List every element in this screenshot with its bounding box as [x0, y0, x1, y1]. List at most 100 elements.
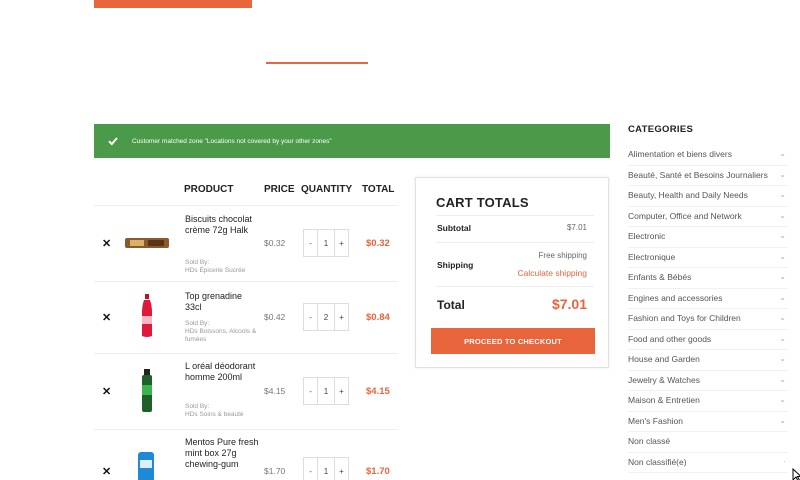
remove-item-button[interactable]: ✕: [102, 237, 111, 250]
unit-price: $0.32: [264, 238, 286, 248]
category-label: Enfants & Bébés: [628, 272, 692, 282]
chevron-down-icon[interactable]: ⌄: [779, 309, 786, 327]
sold-by-label: Sold By:: [185, 259, 210, 266]
categories-title: CATEGORIES: [628, 124, 694, 135]
chevron-down-icon[interactable]: ⌄: [779, 186, 786, 204]
sidebar-category-item[interactable]: Electronic ⌄: [628, 227, 788, 248]
chevron-down-icon[interactable]: ⌄: [779, 391, 786, 409]
chevron-down-icon[interactable]: ·: [783, 453, 786, 471]
product-thumbnail-deodorant[interactable]: [141, 369, 153, 413]
sidebar-category-item[interactable]: Food and other goods ⌄: [628, 330, 788, 350]
remove-item-button[interactable]: ✕: [102, 385, 111, 398]
chevron-down-icon[interactable]: ⌄: [779, 289, 786, 307]
sidebar-category-item[interactable]: Beauté, Santé et Besoins Journaliers ⌄: [628, 166, 788, 186]
product-thumbnail-biscuits[interactable]: [124, 235, 170, 251]
chevron-down-icon[interactable]: ⌄: [779, 268, 786, 286]
table-row: ✕ Mentos Pure fresh mint box 27g chewing…: [94, 429, 398, 480]
category-label: Non classifié(e): [628, 456, 687, 467]
sidebar-category-item[interactable]: Engines and accessories ⌄: [628, 289, 788, 309]
chevron-down-icon[interactable]: ⌄: [779, 412, 786, 430]
header-product: PRODUCT: [184, 184, 234, 195]
product-name[interactable]: Biscuits chocolat crème 72g Halk: [185, 214, 261, 236]
sold-by-label: Sold By:: [185, 403, 210, 410]
sidebar-category-item[interactable]: Men's Fashion ⌄: [628, 412, 788, 432]
proceed-to-checkout-button[interactable]: PROCEED TO CHECKOUT: [431, 328, 595, 354]
qty-increase-button[interactable]: +: [335, 230, 348, 256]
sidebar-category-item[interactable]: House and Garden ⌄: [628, 350, 788, 371]
chevron-down-icon[interactable]: ⌄: [779, 330, 786, 348]
seller-link[interactable]: HDs Soins & beauté: [185, 411, 265, 419]
subtotal-label: Subtotal: [437, 223, 471, 233]
category-list: Alimentation et biens divers ⌄ Beauté, San…: [628, 145, 788, 473]
category-label: Engines and accessories: [628, 292, 723, 303]
sidebar-category-item[interactable]: Fashion and Toys for Children ⌄: [628, 309, 788, 330]
product-thumbnail-grenadine[interactable]: [140, 294, 154, 338]
qty-increase-button[interactable]: +: [335, 304, 348, 330]
sold-by-label: Sold By:: [185, 320, 210, 327]
unit-price: $0.42: [264, 312, 286, 322]
seller-link[interactable]: HDs Boissons, Alcools & fumées: [185, 328, 265, 344]
cart-totals-panel: CART TOTALS Subtotal $7.01 Shipping Free…: [415, 177, 609, 368]
qty-input[interactable]: 1: [317, 230, 335, 256]
qty-increase-button[interactable]: +: [335, 458, 348, 480]
sidebar-category-item[interactable]: Electronique ⌄: [628, 248, 788, 268]
remove-item-button[interactable]: ✕: [102, 311, 111, 324]
qty-input[interactable]: 2: [317, 304, 335, 330]
sidebar-category-item[interactable]: Non classé: [628, 432, 788, 453]
line-total: $0.32: [366, 238, 390, 249]
category-label: Maison & Entretien: [628, 395, 700, 405]
divider: [436, 286, 594, 287]
subtotal-value: $7.01: [566, 223, 587, 232]
notice-text: Customer matched zone "Locations not cov…: [132, 137, 332, 145]
check-icon: [108, 137, 118, 146]
unit-price: $4.15: [264, 386, 286, 396]
sidebar-category-item[interactable]: Computer, Office and Network ⌄: [628, 207, 788, 227]
calculate-shipping-link[interactable]: Calculate shipping: [518, 268, 587, 278]
product-name[interactable]: Mentos Pure fresh mint box 27g chewing-g…: [185, 437, 261, 470]
quantity-stepper: - 2 +: [303, 303, 349, 331]
qty-input[interactable]: 1: [317, 458, 335, 480]
top-button-fragment[interactable]: [94, 0, 252, 8]
total-value: $7.01: [551, 296, 587, 312]
category-label: Food and other goods: [628, 333, 712, 344]
seller-link[interactable]: HDs Épicerie Sucrée: [185, 267, 265, 275]
sidebar-category-item[interactable]: Beauty, Health and Daily Needs ⌄: [628, 186, 788, 207]
header-price: PRICE: [264, 184, 295, 195]
chevron-down-icon[interactable]: ⌄: [779, 145, 786, 163]
chevron-down-icon[interactable]: ⌄: [779, 371, 786, 389]
remove-item-button[interactable]: ✕: [102, 465, 111, 478]
qty-decrease-button[interactable]: -: [304, 458, 317, 480]
line-total: $0.84: [366, 312, 390, 323]
qty-increase-button[interactable]: +: [335, 378, 348, 404]
sidebar-category-item[interactable]: Enfants & Bébés ⌄: [628, 268, 788, 289]
category-label: Non classé: [628, 436, 671, 446]
zone-notice: Customer matched zone "Locations not cov…: [94, 124, 610, 158]
cart-totals-title: CART TOTALS: [436, 195, 529, 210]
sidebar-category-item[interactable]: Maison & Entretien ⌄: [628, 391, 788, 412]
chevron-down-icon[interactable]: ⌄: [779, 207, 786, 225]
product-thumbnail-mentos[interactable]: [137, 452, 155, 480]
qty-input[interactable]: 1: [317, 378, 335, 404]
qty-decrease-button[interactable]: -: [304, 378, 317, 404]
divider: [436, 215, 594, 216]
mouse-cursor-icon: [792, 468, 800, 480]
product-name[interactable]: L oréal déodorant homme 200ml: [185, 361, 261, 383]
line-total: $1.70: [366, 466, 390, 477]
sidebar-category-item[interactable]: Jewelry & Watches ⌄: [628, 371, 788, 391]
category-label: Beauté, Santé et Besoins Journaliers: [628, 169, 768, 180]
unit-price: $1.70: [264, 466, 286, 476]
chevron-down-icon[interactable]: ⌄: [779, 166, 786, 184]
category-label: Electronique: [628, 251, 676, 262]
chevron-down-icon[interactable]: ⌄: [779, 227, 786, 245]
chevron-down-icon[interactable]: ⌄: [779, 248, 786, 266]
quantity-stepper: - 1 +: [303, 377, 349, 405]
qty-decrease-button[interactable]: -: [304, 304, 317, 330]
title-underline: [266, 62, 368, 64]
qty-decrease-button[interactable]: -: [304, 230, 317, 256]
product-name[interactable]: Top grenadine 33cl: [185, 291, 261, 313]
sidebar-category-item[interactable]: Alimentation et biens divers ⌄: [628, 145, 788, 166]
sidebar-category-item[interactable]: Non classifié(e) ·: [628, 453, 788, 473]
chevron-down-icon[interactable]: ⌄: [779, 350, 786, 368]
category-label: Beauty, Health and Daily Needs: [628, 190, 748, 200]
header-quantity: QUANTITY: [301, 184, 353, 195]
